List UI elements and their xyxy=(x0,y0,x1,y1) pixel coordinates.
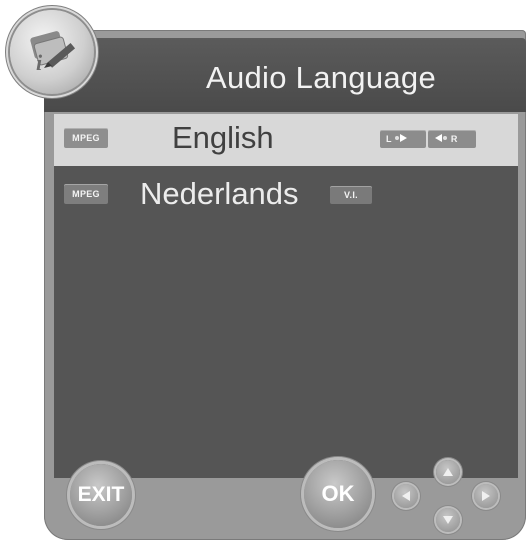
pencil-icon: i xyxy=(30,31,76,75)
left-channel-button[interactable]: L xyxy=(380,130,426,148)
svg-text:i: i xyxy=(36,50,43,75)
track-language: English xyxy=(172,120,274,155)
chevron-down-icon xyxy=(443,516,453,524)
info-pencil-icon: i xyxy=(10,10,94,94)
left-arrow-button[interactable] xyxy=(394,484,418,508)
title-bar: Audio Language xyxy=(44,38,526,112)
ok-button[interactable]: OK xyxy=(304,460,372,528)
right-arrow-button[interactable] xyxy=(474,484,498,508)
codec-badge: MPEG xyxy=(64,184,108,204)
chevron-up-icon xyxy=(443,468,453,476)
right-channel-label: R xyxy=(450,134,458,144)
chevron-right-icon xyxy=(482,491,490,501)
audio-track-list: MPEG English L R MPEG Nederlands V.I. xyxy=(54,114,518,478)
left-channel-label: L xyxy=(386,134,392,144)
track-language: Nederlands xyxy=(140,176,299,211)
up-arrow-button[interactable] xyxy=(436,460,460,484)
codec-badge: MPEG xyxy=(64,128,108,148)
visually-impaired-badge: V.I. xyxy=(330,186,372,204)
dialog-title: Audio Language xyxy=(205,60,437,95)
audio-track-english[interactable]: MPEG English L R xyxy=(54,114,518,166)
down-arrow-button[interactable] xyxy=(436,508,460,532)
speaker-left-icon xyxy=(435,134,447,142)
exit-button[interactable]: EXIT xyxy=(70,464,132,526)
chevron-left-icon xyxy=(402,491,410,501)
right-channel-button[interactable]: R xyxy=(428,130,476,148)
audio-track-nederlands[interactable]: MPEG Nederlands V.I. xyxy=(54,170,518,222)
speaker-right-icon xyxy=(395,134,408,142)
